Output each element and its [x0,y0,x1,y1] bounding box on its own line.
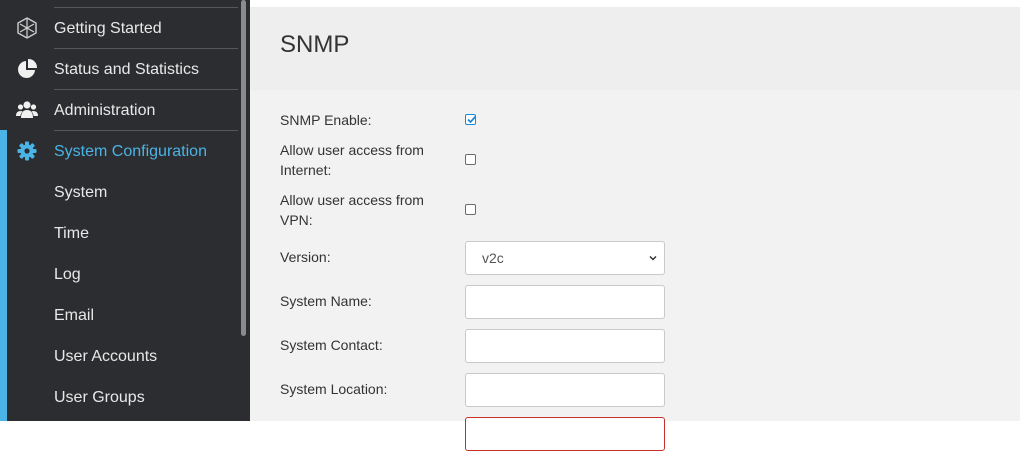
sidebar-subitem-label: User Accounts [54,348,158,365]
version-label: Version: [280,249,331,265]
sidebar-subitem-label: User Groups [54,389,145,406]
sidebar: Getting Started Status and Statistics Ad… [0,0,250,421]
snmp-enable-checkbox[interactable] [465,114,477,125]
users-icon [16,101,38,118]
system-location-label: System Location: [280,381,388,397]
gear-icon [17,141,37,161]
pie-chart-icon [18,58,38,78]
checkmark-icon [467,115,477,124]
vpn-access-checkbox[interactable] [465,204,476,215]
sidebar-subitem-label: Log [54,266,81,283]
snmp-enable-label: SNMP Enable: [280,112,372,128]
sidebar-scrollbar[interactable] [240,0,248,421]
sidebar-scrollbar-thumb[interactable] [241,0,246,336]
sidebar-item-label: Getting Started [54,20,162,37]
sidebar-subitem-user-accounts[interactable]: User Accounts [0,336,240,377]
sidebar-subitem-user-groups[interactable]: User Groups [0,377,240,418]
system-location-input[interactable] [465,373,665,407]
system-contact-input[interactable] [465,329,665,363]
sidebar-subitem-label: System [54,184,108,201]
page-title: SNMP [280,31,350,58]
sidebar-item-administration[interactable]: Administration [0,90,240,131]
sidebar-item-getting-started[interactable]: Getting Started [0,8,240,49]
sidebar-subitem-time[interactable]: Time [0,213,240,254]
system-name-input[interactable] [465,285,665,319]
chevron-down-icon [649,255,657,261]
sidebar-item-label: System Configuration [54,143,207,160]
version-select[interactable]: v2c [465,241,665,275]
top-strip [250,0,1020,7]
system-name-label: System Name: [280,293,372,309]
system-contact-label: System Contact: [280,337,383,353]
vpn-access-label: Allow user access from VPN: [280,192,424,228]
page-header: SNMP [250,7,1020,90]
sidebar-subitem-label: Email [54,307,95,324]
internet-access-checkbox[interactable] [465,154,476,165]
sidebar-subitem-log[interactable]: Log [0,254,240,295]
sidebar-subitem-email[interactable]: Email [0,295,240,336]
sidebar-item-status-and-statistics[interactable]: Status and Statistics [0,49,240,90]
internet-access-label: Allow user access from Internet: [280,142,424,178]
version-select-value: v2c [482,250,504,266]
sidebar-subitem-label: Time [54,225,89,242]
invalid-input-field[interactable] [465,417,665,451]
sidebar-subitem-system[interactable]: System [0,172,240,213]
sidebar-item-label: Administration [54,102,156,119]
sidebar-item-system-configuration[interactable]: System Configuration [0,131,240,172]
sidebar-item-label: Status and Statistics [54,61,199,78]
globe-icon [17,17,37,39]
